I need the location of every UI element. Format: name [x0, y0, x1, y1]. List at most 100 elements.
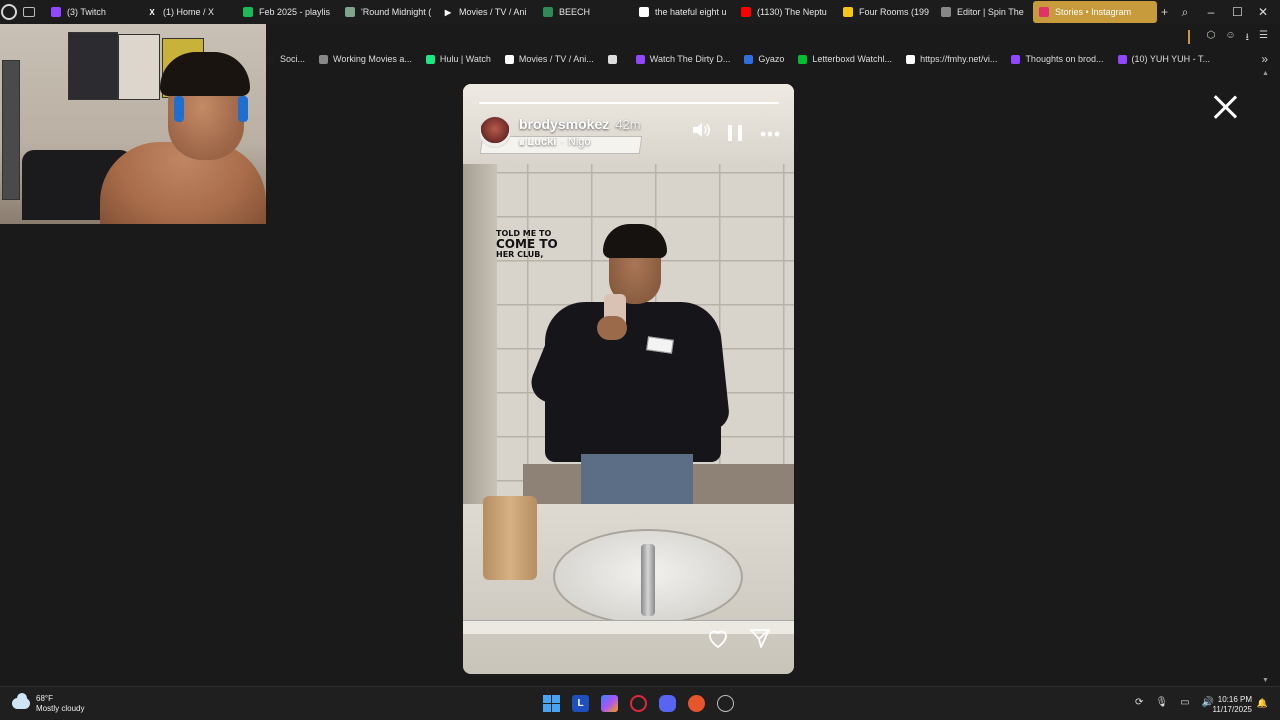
search-tabs-icon[interactable]: ⌕: [1180, 5, 1190, 20]
bookmark-0[interactable]: Soci...: [266, 54, 305, 64]
extensions-icon[interactable]: ⬡: [1207, 30, 1216, 47]
bookmark-favicon-icon: [266, 54, 275, 64]
tab-2[interactable]: Feb 2025 - playlis: [237, 1, 333, 23]
share-send-icon[interactable]: [748, 626, 772, 650]
system-tray: ⟳ 🎙 ▭ 🔊: [1135, 697, 1214, 708]
bookmark-5[interactable]: Watch The Dirty D...: [635, 54, 730, 64]
bug-icon: [543, 7, 553, 17]
bookmark-1[interactable]: Working Movies a...: [319, 54, 412, 64]
network-icon[interactable]: ▭: [1180, 697, 1189, 708]
bookmark-3[interactable]: Movies / TV / Ani...: [504, 54, 594, 64]
tab-8[interactable]: Four Rooms (1995: [837, 1, 929, 23]
scroll-up-icon[interactable]: ▲: [1262, 70, 1269, 77]
notification-icon[interactable]: 🔔: [1257, 698, 1268, 709]
bookmark-10[interactable]: (10) YUH YUH - T...: [1117, 54, 1210, 64]
tab-bar: (3) Twitch X (1) Home / X Feb 2025 - playli…: [0, 0, 1280, 24]
film-icon: [345, 7, 355, 17]
twitch-icon: [51, 7, 61, 17]
bookmark-label: https://fmhy.net/vi...: [920, 54, 998, 64]
opera-logo-icon[interactable]: [1, 4, 17, 20]
bookmark-7[interactable]: Letterboxd Watchl...: [798, 54, 892, 64]
tab-label: (1130) The Neptu: [757, 7, 827, 17]
close-story-icon[interactable]: [1212, 94, 1238, 120]
more-bookmarks-icon[interactable]: »: [1261, 52, 1268, 66]
volume-icon[interactable]: [692, 122, 710, 143]
tab-label: the hateful eight u: [655, 7, 727, 17]
tab-label: (1) Home / X: [163, 7, 215, 17]
story-card[interactable]: TOLD ME TO COME TO HER CLUB, brodysmokez…: [463, 84, 794, 674]
tab-label: 'Round Midnight (: [361, 7, 431, 17]
extension-icons: ⬡ ☺ ⭳ ☰: [1207, 30, 1268, 47]
story-photo-hand: [597, 316, 627, 340]
page-scrollbar[interactable]: ▲ ▼: [1262, 68, 1270, 686]
imdb-icon: [843, 7, 853, 17]
story-username[interactable]: brodysmokez: [519, 116, 609, 132]
tab-1[interactable]: X (1) Home / X: [141, 1, 231, 23]
new-tab-icon[interactable]: +: [1161, 5, 1168, 19]
avatar[interactable]: [479, 116, 511, 148]
tab-5[interactable]: BEECH: [537, 1, 627, 23]
system-clock[interactable]: 10:16 PM 11/17/2025: [1213, 695, 1252, 716]
tab-6[interactable]: the hateful eight u: [633, 1, 729, 23]
tab-10[interactable]: Stories • Instagram: [1033, 1, 1157, 23]
opera-taskbar-icon[interactable]: [630, 695, 647, 712]
download-icon[interactable]: ⭳: [1246, 30, 1250, 47]
bookmark-2[interactable]: Hulu | Watch: [425, 54, 491, 64]
launcher-l-icon[interactable]: L: [572, 695, 589, 712]
tab-list: (3) Twitch X (1) Home / X Feb 2025 - playli…: [45, 1, 1157, 23]
obs-icon[interactable]: [717, 695, 734, 712]
discord-icon[interactable]: [659, 695, 676, 712]
copilot-icon[interactable]: [601, 695, 618, 712]
story-header: brodysmokez 42m ıll Lucki · Nigo: [479, 116, 780, 156]
story-photo-person: [545, 302, 721, 462]
sync-icon[interactable]: ⟳: [1135, 697, 1143, 708]
scroll-down-icon[interactable]: ▼: [1262, 677, 1269, 684]
tab-3[interactable]: 'Round Midnight (: [339, 1, 431, 23]
tab-7[interactable]: (1130) The Neptu: [735, 1, 831, 23]
bookmark-4[interactable]: [607, 54, 622, 64]
bookmark-favicon-icon: [319, 54, 329, 64]
tab-4[interactable]: ▶ Movies / TV / Ani: [437, 1, 531, 23]
profile-icon[interactable]: ☺: [1225, 30, 1235, 47]
bookmark-favicon-icon: [906, 54, 916, 64]
overlay-line-3: HER CLUB,: [496, 249, 544, 259]
tab-0[interactable]: (3) Twitch: [45, 1, 135, 23]
minimize-icon[interactable]: –: [1206, 5, 1216, 19]
bookmark-favicon-icon: [425, 54, 435, 64]
music-track: Nigo: [567, 136, 591, 148]
story-actions: [706, 626, 772, 650]
x-icon: X: [147, 7, 157, 17]
brave-icon[interactable]: [688, 695, 705, 712]
easy-setup-icon[interactable]: ☰: [1259, 30, 1268, 47]
story-music[interactable]: ıll Lucki · Nigo: [519, 136, 641, 148]
clock-date: 11/17/2025: [1212, 705, 1252, 715]
microphone-icon[interactable]: 🎙: [1155, 697, 1168, 708]
tab-label: Feb 2025 - playlis: [259, 7, 331, 17]
bookmark-9[interactable]: Thoughts on brod...: [1011, 54, 1104, 64]
spotify-icon: [243, 7, 253, 17]
story-progress-fill: [479, 102, 779, 104]
more-options-icon[interactable]: [760, 124, 780, 142]
start-windows-icon[interactable]: [543, 695, 560, 712]
bookmark-favicon-icon: [607, 54, 617, 64]
workspaces-icon[interactable]: [23, 7, 35, 17]
weather-widget[interactable]: 68°F Mostly cloudy: [12, 693, 85, 713]
tab-9[interactable]: Editor | Spin The: [935, 1, 1027, 23]
cloudy-weather-icon: [12, 693, 30, 710]
maximize-icon[interactable]: ☐: [1232, 5, 1243, 19]
close-window-icon[interactable]: ✕: [1258, 5, 1268, 19]
tab-label: Four Rooms (1995: [859, 7, 929, 17]
wall-poster: [68, 32, 118, 100]
bookmark-label: Thoughts on brod...: [1025, 54, 1104, 64]
bookmark-label: Soci...: [280, 54, 306, 64]
wheel-icon: [941, 7, 951, 17]
bookmark-6[interactable]: Gyazo: [744, 54, 784, 64]
story-text-overlay: TOLD ME TO COME TO HER CLUB,: [496, 229, 558, 259]
like-heart-icon[interactable]: [706, 626, 730, 650]
pause-icon[interactable]: [728, 124, 742, 141]
tab-label: Editor | Spin The: [957, 7, 1024, 17]
bookmark-label: Hulu | Watch: [439, 54, 491, 64]
wall-shelf: [2, 60, 20, 200]
weather-condition: Mostly cloudy: [36, 703, 85, 713]
bookmark-8[interactable]: https://fmhy.net/vi...: [906, 54, 997, 64]
